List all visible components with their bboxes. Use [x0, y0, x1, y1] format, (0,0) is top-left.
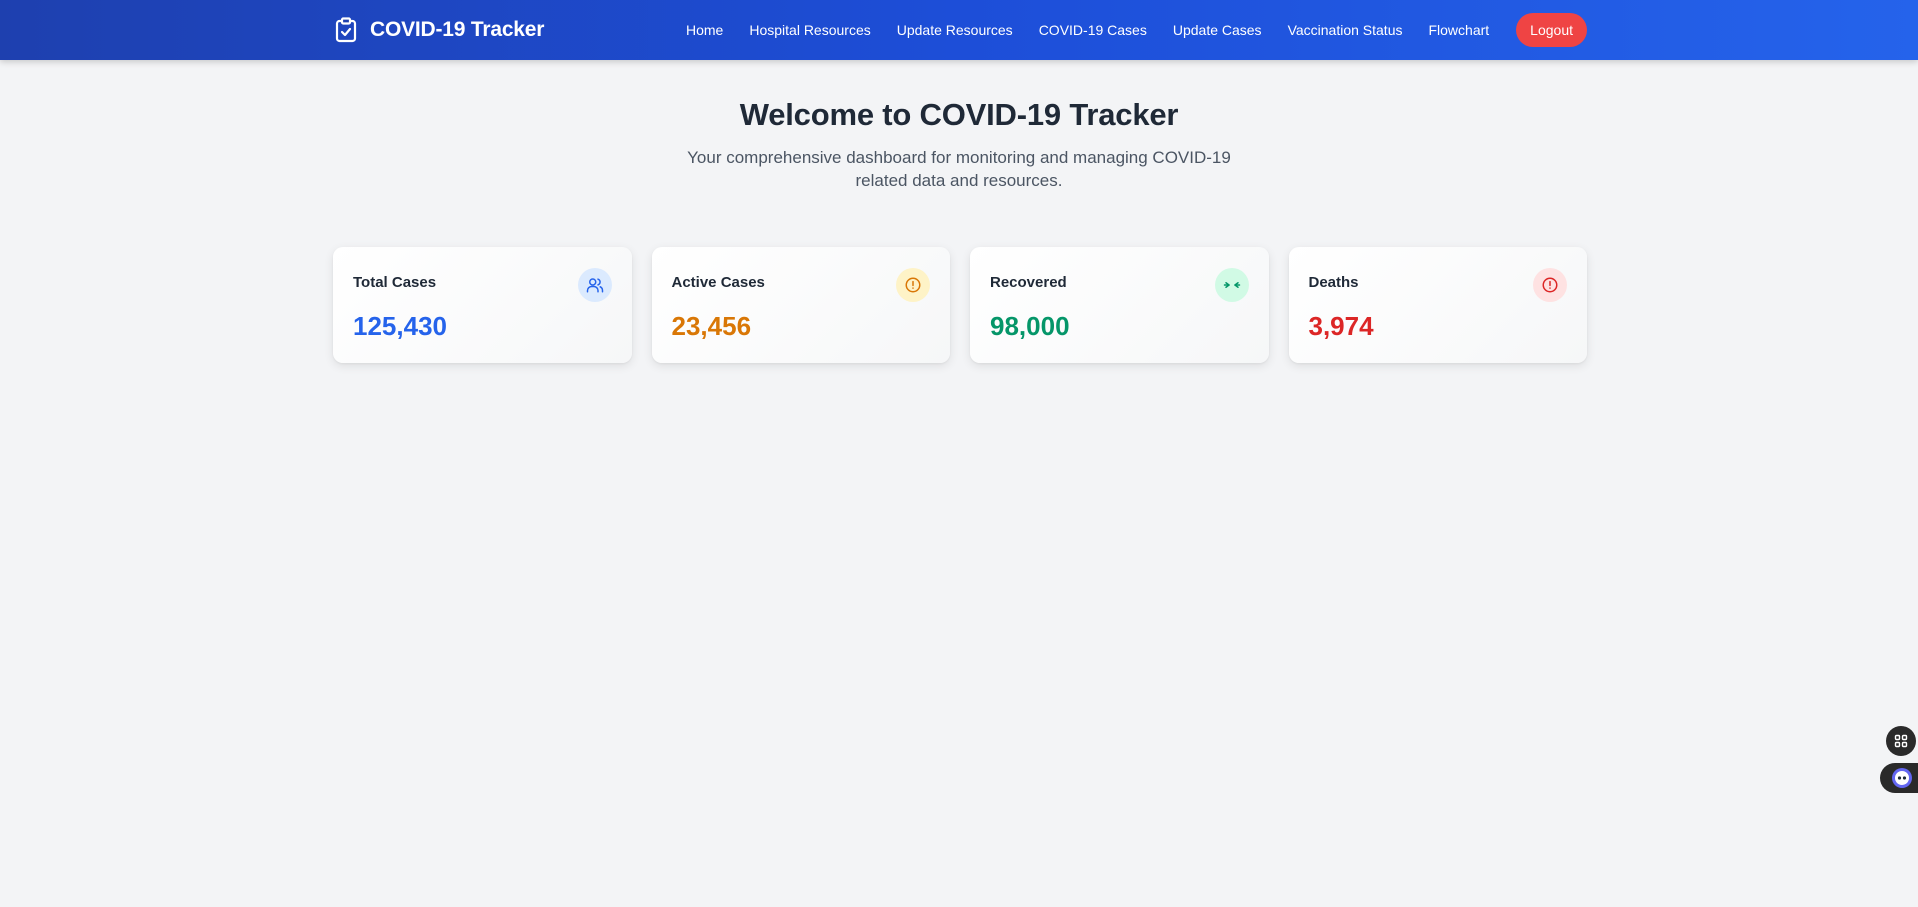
nav-covid-cases[interactable]: COVID-19 Cases: [1026, 13, 1160, 47]
stats-cards: Total Cases 125,430 Active Cases 23,456 …: [333, 247, 1587, 363]
robot-icon[interactable]: [1880, 763, 1918, 793]
stat-card-active-cases: Active Cases 23,456: [651, 247, 950, 363]
logout-button[interactable]: Logout: [1516, 13, 1587, 47]
nav-hospital-resources[interactable]: Hospital Resources: [736, 13, 883, 47]
clipboard-check-icon: [335, 17, 357, 43]
alert-circle-icon: [896, 268, 930, 302]
alert-circle-icon: [1533, 268, 1567, 302]
stat-label: Total Cases: [353, 274, 437, 291]
nav-update-cases[interactable]: Update Cases: [1160, 13, 1275, 47]
nav-flowchart[interactable]: Flowchart: [1415, 13, 1502, 47]
stat-value: 98,000: [990, 311, 1070, 341]
page-subtitle: Your comprehensive dashboard for monitor…: [687, 148, 1231, 190]
stat-label: Deaths: [1308, 274, 1359, 291]
stat-card-deaths: Deaths 3,974: [1288, 247, 1587, 363]
nav-links: Home Hospital Resources Update Resources…: [673, 13, 1587, 47]
users-icon: [577, 268, 612, 302]
stat-label: Active Cases: [671, 274, 765, 291]
top-navbar: COVID-19 Tracker Home Hospital Resources…: [0, 0, 1918, 60]
grid-icon[interactable]: [1886, 726, 1916, 756]
nav-vaccination-status[interactable]: Vaccination Status: [1275, 13, 1416, 47]
stat-value: 125,430: [353, 311, 447, 341]
arrows-collapse-icon: [1214, 268, 1249, 302]
stat-card-total-cases: Total Cases 125,430: [333, 247, 632, 363]
page-title: Welcome to COVID-19 Tracker: [739, 97, 1179, 132]
nav-update-resources[interactable]: Update Resources: [884, 13, 1026, 47]
brand-link[interactable]: COVID-19 Tracker: [334, 15, 544, 45]
hero-section: Welcome to COVID-19 Tracker Your compreh…: [0, 95, 1918, 192]
stat-label: Recovered: [990, 274, 1067, 291]
stat-value: 3,974: [1308, 311, 1374, 341]
stat-value: 23,456: [671, 311, 752, 341]
stat-card-recovered: Recovered 98,000: [970, 247, 1269, 363]
nav-home[interactable]: Home: [673, 13, 736, 47]
app-title: COVID-19 Tracker: [370, 18, 545, 41]
